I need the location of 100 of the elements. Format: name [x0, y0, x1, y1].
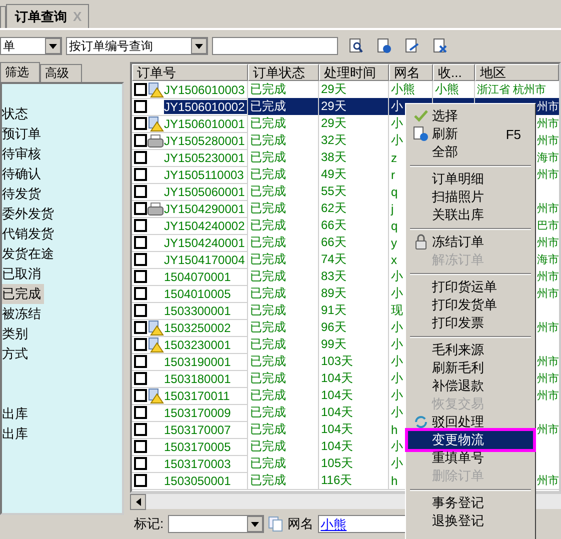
table-cell: 已完成 [248, 455, 319, 473]
row-checkbox[interactable] [134, 151, 147, 164]
table-cell: 已完成 [248, 81, 319, 99]
row-checkbox[interactable] [134, 389, 147, 402]
row-checkbox[interactable] [134, 236, 147, 249]
table-cell: 29天 [319, 81, 389, 99]
table-cell: 已完成 [248, 472, 319, 490]
mark-dropdown[interactable] [168, 515, 264, 533]
document-arrow-icon[interactable] [404, 38, 420, 54]
order-number: JY1505110003 [164, 168, 245, 182]
row-checkbox[interactable] [134, 440, 147, 453]
filter-item[interactable]: 待发货 [2, 184, 44, 204]
row-checkbox[interactable] [134, 100, 147, 113]
column-header[interactable]: 地区 [475, 64, 559, 81]
table-cell: 已完成 [248, 200, 319, 218]
row-checkbox[interactable] [134, 474, 147, 487]
order-number: 1503300001 [164, 304, 232, 318]
search-icon[interactable] [348, 38, 364, 54]
table-cell: 104天 [319, 404, 389, 422]
table-cell: 已完成 [248, 404, 319, 422]
scope-dropdown[interactable]: 单 [0, 37, 62, 55]
filter-item[interactable]: 待确认 [2, 164, 44, 184]
order-number: JY1504240002 [164, 218, 246, 232]
caret-icon [195, 44, 203, 48]
filter-item[interactable]: 类别 [2, 324, 31, 344]
column-header[interactable]: 处理时间 [319, 64, 389, 81]
table-cell: 103天 [319, 353, 389, 371]
filter-item[interactable]: 出库 [2, 404, 31, 424]
lock-icon [415, 234, 427, 250]
table-cell: 已完成 [248, 98, 319, 116]
column-header[interactable]: 网名 [389, 64, 433, 81]
row-checkbox[interactable] [134, 253, 147, 266]
row-checkbox[interactable] [134, 168, 147, 181]
filter-item[interactable]: 待审核 [2, 144, 44, 164]
nick-link[interactable]: 小熊 [318, 515, 408, 533]
table-cell: 29天 [319, 98, 389, 116]
order-number: JY1506010001 [164, 116, 246, 130]
row-checkbox[interactable] [134, 202, 147, 215]
checkmark-icon [414, 110, 428, 122]
filter-item[interactable]: 已完成 [2, 284, 44, 304]
row-checkbox[interactable] [134, 423, 147, 436]
table-cell: 已完成 [248, 421, 319, 439]
row-checkbox[interactable] [134, 117, 147, 130]
table-cell: 105天 [319, 455, 389, 473]
refresh-icon [413, 126, 429, 142]
table-cell: 已完成 [248, 302, 319, 320]
row-checkbox[interactable] [134, 304, 147, 317]
row-checkbox[interactable] [134, 372, 147, 385]
column-header[interactable]: 订单号 [132, 64, 248, 81]
column-header[interactable]: 收... [433, 64, 475, 81]
filter-item[interactable]: 已取消 [2, 264, 44, 284]
row-checkbox[interactable] [134, 457, 147, 470]
order-number: 1503180001 [164, 372, 232, 386]
filter-tab[interactable]: 高级 [40, 64, 82, 82]
filter-item[interactable]: 被冻结 [2, 304, 44, 324]
left-arrow-icon[interactable] [136, 498, 140, 506]
table-cell: 62天 [319, 200, 389, 218]
menu-item[interactable]: 退换登记 [408, 512, 533, 530]
row-checkbox[interactable] [134, 338, 147, 351]
search-field[interactable] [212, 37, 338, 55]
filter-tab[interactable]: 筛选 [0, 62, 40, 82]
table-cell: 已完成 [248, 319, 319, 337]
filter-item[interactable]: 发货在途 [2, 244, 57, 264]
order-number: 1504070001 [164, 270, 232, 284]
filter-item[interactable]: 代销发货 [2, 224, 57, 244]
menu-item[interactable]: 变更物流 [408, 431, 533, 449]
order-number: 1503050001 [164, 474, 232, 488]
table-cell: 116天 [319, 472, 389, 490]
document-plus-icon[interactable] [376, 38, 392, 54]
filter-item[interactable]: 出库 [2, 424, 31, 444]
table-cell: 104天 [319, 387, 389, 405]
order-number: 1503230001 [164, 338, 232, 352]
filter-item[interactable]: 委外发货 [2, 204, 57, 224]
table-cell: 已完成 [248, 217, 319, 235]
filter-item[interactable]: 状态 [2, 104, 31, 124]
table-cell: 已完成 [248, 149, 319, 167]
column-header[interactable]: 订单状态 [248, 64, 319, 81]
documents-icon [268, 516, 284, 532]
table-cell: 89天 [319, 285, 389, 303]
caret-icon [49, 44, 57, 48]
row-checkbox[interactable] [134, 355, 147, 368]
table-cell: 66天 [319, 217, 389, 235]
row-checkbox[interactable] [134, 83, 147, 96]
search-mode-dropdown[interactable]: 按订单编号查询 [66, 37, 208, 55]
nick-label: 网名 [288, 515, 314, 533]
order-number: JY1505060001 [164, 184, 246, 198]
table-cell: 96天 [319, 319, 389, 337]
row-checkbox[interactable] [134, 287, 147, 300]
filter-item[interactable]: 预订单 [2, 124, 44, 144]
filter-item[interactable]: 方式 [2, 344, 31, 364]
table-cell: 已完成 [248, 387, 319, 405]
document-cross-icon[interactable] [432, 38, 448, 54]
row-checkbox[interactable] [134, 270, 147, 283]
row-checkbox[interactable] [134, 321, 147, 334]
row-checkbox[interactable] [134, 134, 147, 147]
table-cell: 104天 [319, 421, 389, 439]
row-checkbox[interactable] [134, 219, 147, 232]
row-checkbox[interactable] [134, 185, 147, 198]
menu-item[interactable]: 事务登记 [408, 494, 533, 512]
row-checkbox[interactable] [134, 406, 147, 419]
